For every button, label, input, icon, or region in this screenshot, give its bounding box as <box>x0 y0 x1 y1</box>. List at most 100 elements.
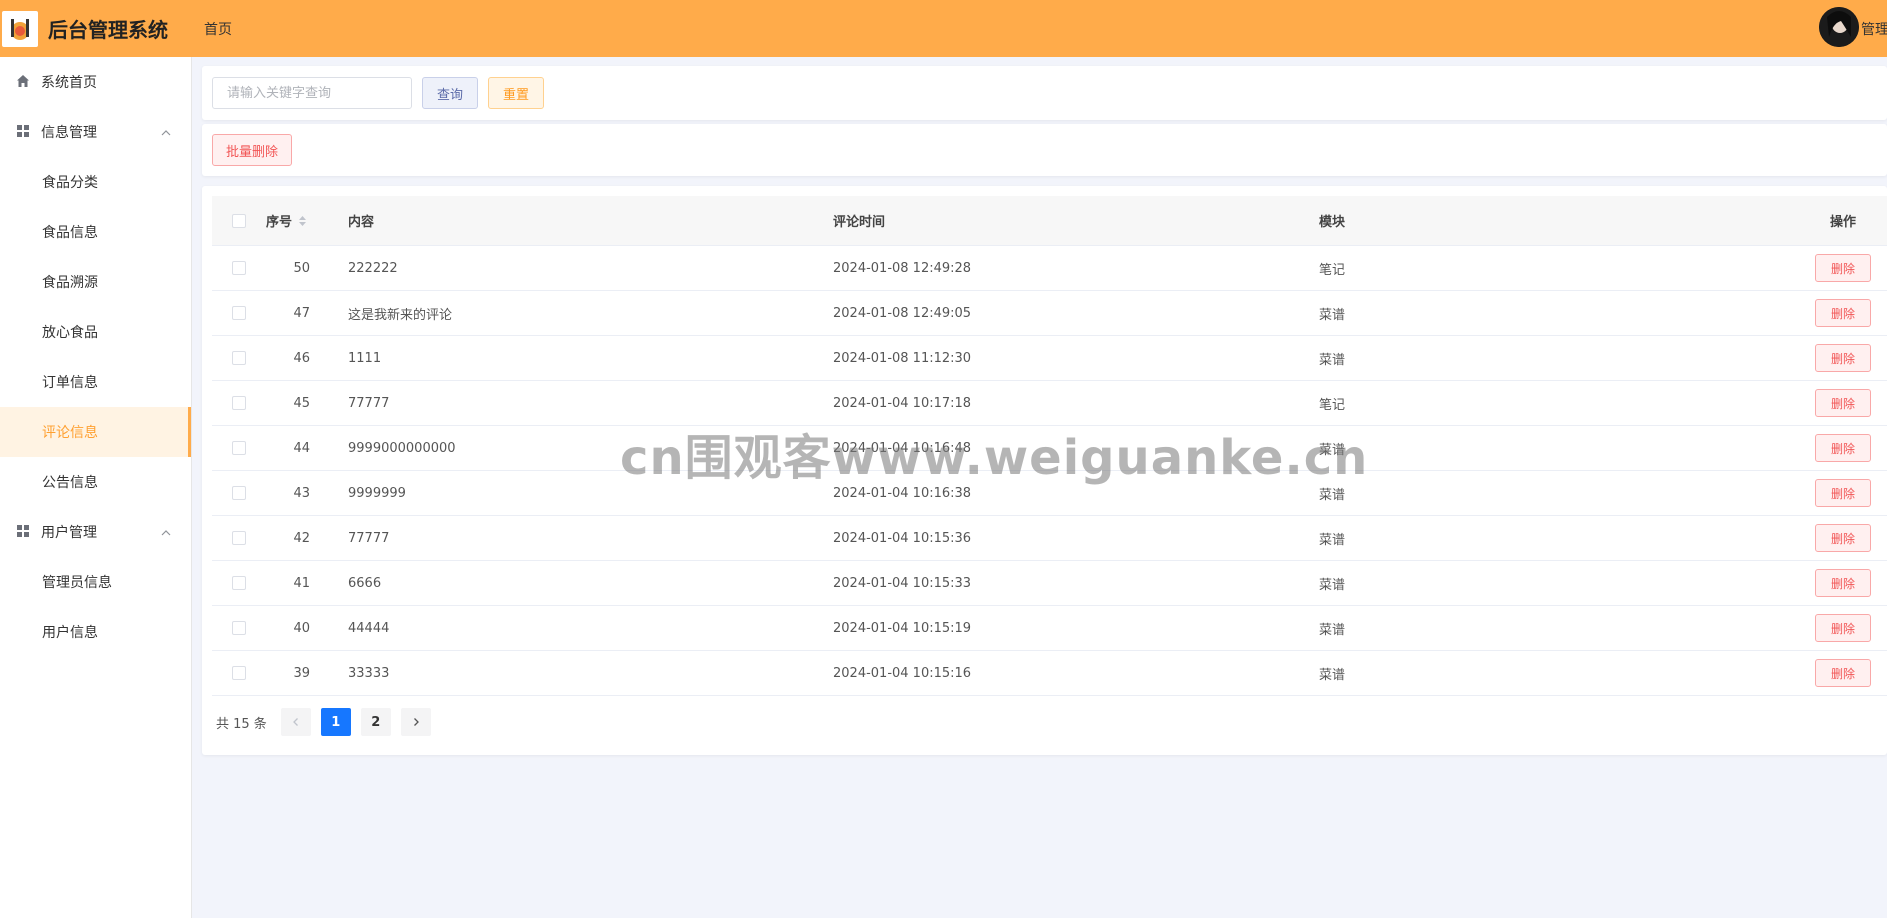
row-checkbox[interactable] <box>232 621 246 635</box>
row-module: 菜谱 <box>1319 667 1346 683</box>
table-row: 41 6666 2024-01-04 10:15:33 菜谱 删除 <box>212 561 1887 606</box>
sidebar-item-label: 食品信息 <box>42 225 98 241</box>
delete-button[interactable]: 删除 <box>1815 299 1871 327</box>
sidebar-group-info[interactable]: 信息管理 <box>0 107 191 157</box>
sidebar-item-food-trace[interactable]: 食品溯源 <box>0 257 191 307</box>
row-content: 44444 <box>348 620 390 636</box>
row-actions: 删除 <box>1815 246 1871 290</box>
row-checkbox[interactable] <box>232 396 246 410</box>
nav-home-link[interactable]: 首页 <box>204 19 232 39</box>
row-checkbox[interactable] <box>232 666 246 680</box>
row-content: 这是我新来的评论 <box>348 307 453 323</box>
delete-button[interactable]: 删除 <box>1815 389 1871 417</box>
row-module: 菜谱 <box>1319 577 1346 593</box>
chevron-up-icon <box>161 126 171 142</box>
row-checkbox[interactable] <box>232 576 246 590</box>
sidebar-group-users[interactable]: 用户管理 <box>0 507 191 557</box>
delete-button[interactable]: 删除 <box>1815 614 1871 642</box>
row-select-cell <box>232 651 246 695</box>
col-id-header[interactable]: 序号 <box>266 196 326 245</box>
sidebar-item-food-info[interactable]: 食品信息 <box>0 207 191 257</box>
grid-icon <box>16 124 32 140</box>
table-row: 43 9999999 2024-01-04 10:16:38 菜谱 删除 <box>212 471 1887 516</box>
next-page-button[interactable] <box>400 708 431 736</box>
table-row: 44 9999000000000 2024-01-04 10:16:48 菜谱 删除 <box>212 426 1887 471</box>
row-checkbox[interactable] <box>232 306 246 320</box>
sidebar-item-label: 管理员信息 <box>42 575 112 591</box>
row-content: 9999999 <box>348 485 406 501</box>
select-all-checkbox[interactable] <box>232 213 246 228</box>
row-module: 菜谱 <box>1319 442 1346 458</box>
delete-button[interactable]: 删除 <box>1815 569 1871 597</box>
row-checkbox[interactable] <box>232 441 246 455</box>
search-bar: 查询 重置 <box>202 66 1887 120</box>
row-select-cell <box>232 561 246 605</box>
row-content: 33333 <box>348 665 390 681</box>
prev-page-button[interactable] <box>280 708 311 736</box>
row-actions: 删除 <box>1815 651 1871 695</box>
row-time: 2024-01-08 12:49:28 <box>833 260 972 276</box>
row-select-cell <box>232 381 246 425</box>
row-actions: 删除 <box>1815 381 1871 425</box>
row-id: 43 <box>293 485 310 501</box>
pagination-total: 共 15 条 <box>216 716 267 732</box>
row-checkbox[interactable] <box>232 486 246 500</box>
query-button[interactable]: 查询 <box>422 77 478 109</box>
row-time: 2024-01-04 10:15:16 <box>833 665 972 681</box>
row-module: 笔记 <box>1319 262 1346 278</box>
table-row: 50 222222 2024-01-08 12:49:28 笔记 删除 <box>212 246 1887 291</box>
sidebar: 系统首页 信息管理 食品分类 食品信息 食品溯源 放心食品 订单信息 评论信息 … <box>0 57 192 918</box>
search-input[interactable] <box>212 77 412 109</box>
avatar-image <box>1819 7 1859 47</box>
row-actions: 删除 <box>1815 471 1871 515</box>
chevron-right-icon <box>413 718 419 726</box>
sidebar-item-safe-food[interactable]: 放心食品 <box>0 307 191 357</box>
row-content: 1111 <box>348 350 382 366</box>
sidebar-item-users[interactable]: 用户信息 <box>0 607 191 657</box>
delete-button[interactable]: 删除 <box>1815 659 1871 687</box>
sidebar-item-comments[interactable]: 评论信息 <box>0 407 191 457</box>
row-time: 2024-01-04 10:15:19 <box>833 620 972 636</box>
page-button-2[interactable]: 2 <box>360 708 391 736</box>
page-button-1[interactable]: 1 <box>320 708 351 736</box>
delete-button[interactable]: 删除 <box>1815 434 1871 462</box>
row-select-cell <box>232 606 246 650</box>
delete-button[interactable]: 删除 <box>1815 254 1871 282</box>
row-time: 2024-01-04 10:16:48 <box>833 440 972 456</box>
sidebar-item-food-category[interactable]: 食品分类 <box>0 157 191 207</box>
batch-delete-button[interactable]: 批量删除 <box>212 134 292 166</box>
delete-button[interactable]: 删除 <box>1815 479 1871 507</box>
row-actions: 删除 <box>1815 606 1871 650</box>
sidebar-item-label: 公告信息 <box>42 475 98 491</box>
row-content: 77777 <box>348 395 390 411</box>
row-time: 2024-01-04 10:15:36 <box>833 530 972 546</box>
sidebar-item-notices[interactable]: 公告信息 <box>0 457 191 507</box>
row-content: 77777 <box>348 530 390 546</box>
table-row: 45 77777 2024-01-04 10:17:18 笔记 删除 <box>212 381 1887 426</box>
row-select-cell <box>232 471 246 515</box>
row-checkbox[interactable] <box>232 351 246 365</box>
row-id: 41 <box>293 575 310 591</box>
reset-button[interactable]: 重置 <box>488 77 544 109</box>
sidebar-item-orders[interactable]: 订单信息 <box>0 357 191 407</box>
table-row: 46 1111 2024-01-08 11:12:30 菜谱 删除 <box>212 336 1887 381</box>
row-time: 2024-01-04 10:17:18 <box>833 395 972 411</box>
col-time-header: 评论时间 <box>833 215 886 230</box>
avatar[interactable] <box>1819 7 1859 47</box>
row-checkbox[interactable] <box>232 261 246 275</box>
row-checkbox[interactable] <box>232 531 246 545</box>
sidebar-item-home[interactable]: 系统首页 <box>0 57 191 107</box>
row-time: 2024-01-08 11:12:30 <box>833 350 972 366</box>
row-time: 2024-01-04 10:16:38 <box>833 485 972 501</box>
sidebar-item-label: 信息管理 <box>41 125 97 141</box>
logo-icon <box>11 18 29 40</box>
sidebar-item-admins[interactable]: 管理员信息 <box>0 557 191 607</box>
sidebar-item-label: 食品溯源 <box>42 275 98 291</box>
user-name[interactable]: 管理员 <box>1861 19 1887 39</box>
row-module: 菜谱 <box>1319 487 1346 503</box>
sort-icon[interactable] <box>298 215 307 227</box>
col-id-label: 序号 <box>266 215 293 230</box>
delete-button[interactable]: 删除 <box>1815 524 1871 552</box>
delete-button[interactable]: 删除 <box>1815 344 1871 372</box>
table-row: 42 77777 2024-01-04 10:15:36 菜谱 删除 <box>212 516 1887 561</box>
